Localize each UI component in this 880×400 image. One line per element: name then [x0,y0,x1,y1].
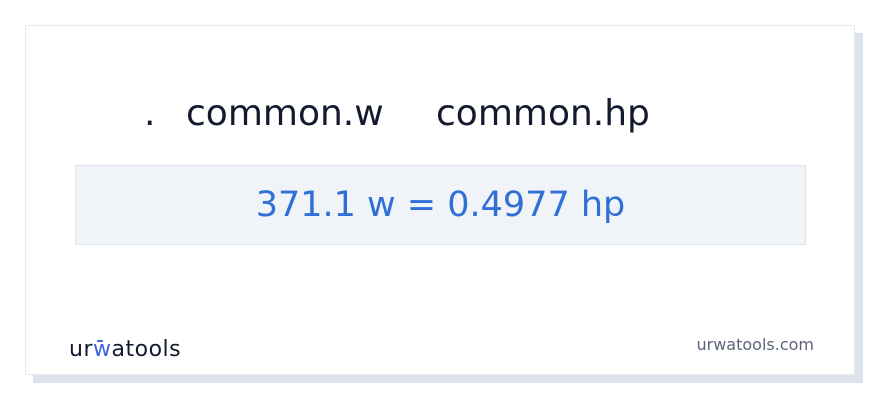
to-unit-label: common.hp [436,93,650,134]
logo-text-start: ur [69,337,93,362]
logo-accent-letter: w [93,337,112,362]
heading-separator: . [144,93,156,134]
from-unit-label: common.w [186,93,384,134]
conversion-card: . common.w common.hp 371.1 w = 0.4977 hp… [25,25,855,375]
urwatools-logo: urwatools [69,336,181,364]
website-label: urwatools.com [696,335,815,354]
logo-text-end: atools [111,337,182,362]
conversion-result: 371.1 w = 0.4977 hp [75,165,806,245]
conversion-heading: . common.w common.hp [26,92,854,136]
